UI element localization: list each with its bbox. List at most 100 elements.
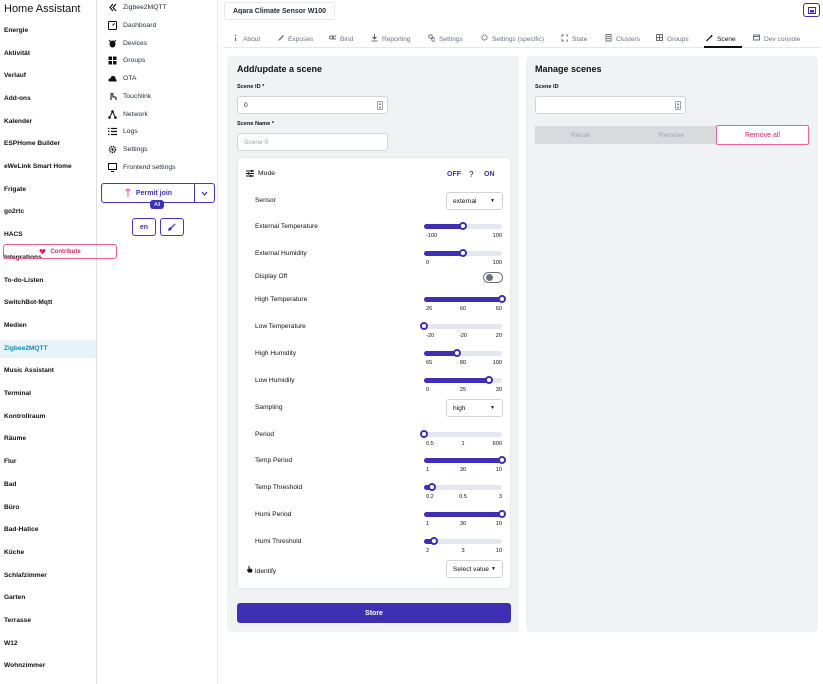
external-humidity-slider[interactable]: 0 100 [423,248,503,270]
slider-thumb[interactable] [485,376,493,384]
temp-threshold-label: Temp Threshold [255,484,303,491]
slider-thumb[interactable] [428,483,437,491]
remove-button[interactable]: Remove [626,126,717,144]
slider-thumb[interactable] [459,249,467,257]
ha-item-terrasse[interactable]: Terrasse [4,617,31,624]
humi-threshold-slider[interactable]: 2 3 10 [423,536,503,558]
high-humidity-slider[interactable]: 65 80 100 [423,348,503,370]
tab-exposes[interactable]: Exposes [277,34,313,44]
tab-state[interactable]: State [561,34,587,44]
remove-all-button[interactable]: Remove all [716,125,809,145]
ha-item-w12[interactable]: W12 [4,640,18,647]
ha-item-frigate[interactable]: Frigate [4,186,26,193]
slider-thumb[interactable] [498,510,506,518]
slider-thumb[interactable] [420,430,429,438]
nav-item-touchlink[interactable]: Touchlink [108,92,151,101]
nav-item-settings[interactable]: Settings [108,145,148,154]
ha-item-medien[interactable]: Medien [4,322,27,329]
high-temperature-slider[interactable]: 26 60 60 [423,294,506,316]
tab-dev-console[interactable]: Dev console [753,34,800,44]
low-temperature-slider[interactable]: -20 -20 20 [420,321,503,343]
mode-off-option[interactable]: OFF [447,171,461,178]
nav-item-groups[interactable]: Groups [108,56,145,65]
ha-item-go2rtc[interactable]: go2rtc [4,208,24,215]
external-temperature-slider[interactable]: -100 100 [423,221,503,243]
ha-item-kontrollraum[interactable]: Kontrollraum [4,413,45,420]
nav-item-devices[interactable]: Devices [108,39,147,48]
ha-item-esphome-builder[interactable]: ESPHome Builder [4,140,60,147]
period-slider[interactable]: 0.5 1 600 [420,429,503,451]
ha-item-verlauf[interactable]: Verlauf [4,72,26,79]
ha-item-flur[interactable]: Flur [4,458,16,465]
nav-item-frontend-settings[interactable]: Frontend settings [108,163,176,172]
ha-item-bad[interactable]: Bad [4,481,16,488]
scene-name-input[interactable]: Scene 0 [237,133,388,151]
window-toggle-button[interactable] [803,3,820,17]
manage-scene-id-input[interactable]: ▲ ▼ [535,96,686,114]
contribute-button[interactable]: Contribute [3,244,117,259]
temp-threshold-slider[interactable]: 0.2 0.5 3 [423,482,503,504]
sensor-select[interactable]: external ▼ [446,192,503,210]
ha-item-kalender[interactable]: Kalender [4,118,32,125]
language-button[interactable]: en [132,218,156,236]
theme-button[interactable] [160,218,184,236]
nav-item-logs[interactable]: Logs [108,127,138,136]
slider-thumb[interactable] [420,322,428,330]
list-icon [108,127,117,136]
display-off-toggle[interactable] [483,272,503,283]
ha-item-b-ro[interactable]: Büro [4,504,19,511]
ha-item-music-assistant[interactable]: Music Assistant [4,367,54,374]
store-button[interactable]: Store [237,603,511,623]
nav-item-network[interactable]: Network [108,110,148,119]
nav-item-dashboard[interactable]: Dashboard [108,21,156,30]
recall-button[interactable]: Recall [535,126,626,144]
tab-settings-specific[interactable]: Settings (specific) [481,34,544,44]
humi-period-slider[interactable]: 1 30 10 [423,509,506,531]
slider-thumb[interactable] [498,295,506,303]
temp-period-slider[interactable]: 1 30 10 [423,455,506,477]
tab-label: State [572,35,588,43]
ha-item-ewelink-smart-home[interactable]: eWeLink Smart Home [4,163,72,170]
tab-clusters[interactable]: Clusters [605,34,640,44]
permit-join-dropdown[interactable] [194,184,214,202]
ha-item-garten[interactable]: Garten [4,594,25,601]
tab-scene[interactable]: Scene [706,34,736,44]
ha-item-bad-hatice[interactable]: Bad-Hatice [4,526,38,533]
ha-item-hacs[interactable]: HACS [4,231,23,238]
tab-reporting[interactable]: Reporting [371,34,411,44]
sampling-select[interactable]: high ▼ [446,399,503,417]
slider-thumb[interactable] [498,456,506,464]
scene-id-input[interactable]: 0 ▲ ▼ [237,96,388,114]
touchlink-icon [108,92,117,101]
low-humidity-slider[interactable]: 0 25 30 [423,375,503,397]
manage-scene-id-spinner[interactable]: ▲ ▼ [675,101,681,110]
ha-item-switchbot-mqtt[interactable]: SwitchBot-Mqtt [4,299,52,306]
scene-id-spinner[interactable]: ▲ ▼ [377,101,383,110]
ha-item-aktivit-t[interactable]: Aktivität [4,50,30,57]
tab-bind[interactable]: Bind [329,34,353,44]
nav-item-zigbee2mqtt[interactable]: Zigbee2MQTT [108,3,167,12]
mode-help-icon[interactable]: ? [469,170,473,179]
slider-thumb[interactable] [429,537,438,545]
ha-item-wohnzimmer[interactable]: Wohnzimmer [4,662,45,669]
wand-icon [706,34,713,44]
identify-select[interactable]: Select value ▼ [446,560,503,578]
tab-settings[interactable]: Settings [428,34,463,44]
ha-item-terminal[interactable]: Terminal [4,390,31,397]
tab-about[interactable]: About [232,34,260,44]
nav-item-ota[interactable]: OTA [108,74,136,83]
slider-tick-label: 10 [495,521,502,527]
ha-item-schlafzimmer[interactable]: Schlafzimmer [4,572,47,579]
slider-thumb[interactable] [453,349,462,357]
ha-item-to-do-listen[interactable]: To-do-Listen [4,277,43,284]
tab-groups[interactable]: Groups [656,34,689,44]
ha-item-k-che[interactable]: Küche [4,549,24,556]
mode-on-option[interactable]: ON [484,171,495,178]
slider-thumb[interactable] [459,222,467,230]
ha-item-add-ons[interactable]: Add-ons [4,95,31,102]
ha-item-zigbee2mqtt[interactable]: Zigbee2MQTT [4,345,48,352]
permit-join-main[interactable]: Permit join [102,184,194,202]
slider-tick-label: 100 [492,233,502,239]
ha-item-r-ume[interactable]: Räume [4,435,26,442]
ha-item-energie[interactable]: Energie [4,27,28,34]
